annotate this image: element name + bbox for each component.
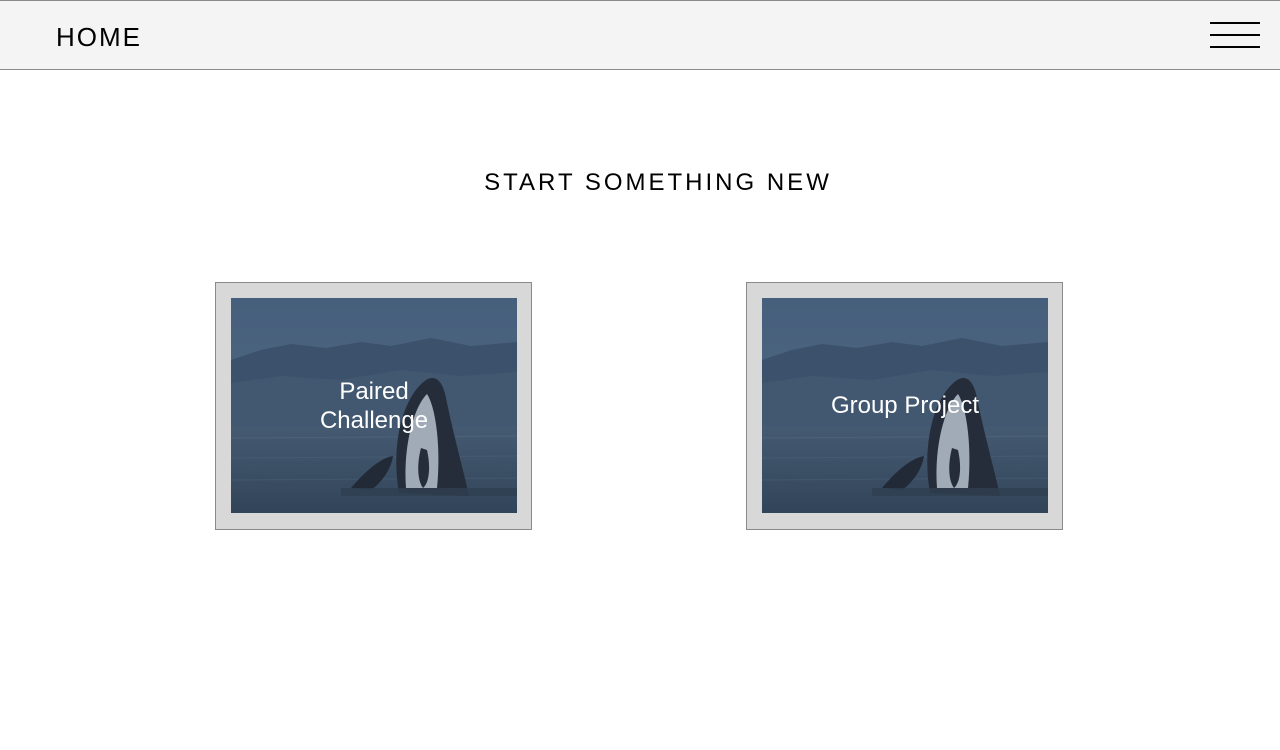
menu-bar-line bbox=[1210, 34, 1260, 36]
group-project-card[interactable]: Group Project bbox=[746, 282, 1063, 530]
paired-challenge-card[interactable]: Paired Challenge bbox=[215, 282, 532, 530]
orca-image: Group Project bbox=[762, 298, 1048, 513]
orca-image: Paired Challenge bbox=[231, 298, 517, 513]
page-title[interactable]: HOME bbox=[56, 22, 142, 52]
paired-challenge-label: Paired Challenge bbox=[319, 377, 429, 434]
card-label: Group Project bbox=[762, 298, 1048, 513]
menu-bar-line bbox=[1210, 46, 1260, 48]
menu-bar-line bbox=[1210, 22, 1260, 24]
group-project-label: Group Project bbox=[830, 392, 980, 419]
card-label: Paired Challenge bbox=[231, 298, 517, 513]
section-heading: START SOMETHING NEW bbox=[484, 169, 832, 196]
hamburger-menu-icon[interactable] bbox=[1208, 20, 1262, 52]
top-nav-bar: HOME bbox=[0, 0, 1280, 70]
